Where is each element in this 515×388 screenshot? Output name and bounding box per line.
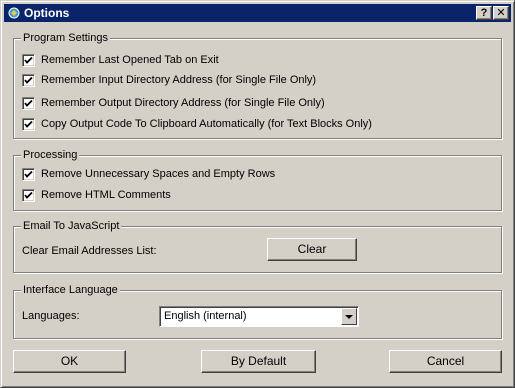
- checkmark-icon: [24, 120, 33, 128]
- language-select[interactable]: English (internal): [159, 306, 359, 327]
- chevron-down-icon: [345, 315, 353, 319]
- languages-label: Languages:: [22, 310, 80, 322]
- program-settings-title: Program Settings: [21, 31, 110, 45]
- remember-last-tab-checkbox[interactable]: [22, 54, 35, 67]
- clear-button[interactable]: Clear: [267, 238, 357, 261]
- remember-output-dir-checkbox[interactable]: [22, 97, 35, 110]
- remove-comments-checkbox[interactable]: [22, 189, 35, 202]
- email-to-js-group: Email To JavaScript Clear Email Addresse…: [13, 219, 502, 273]
- close-icon: ✕: [496, 7, 506, 19]
- processing-group: Processing Remove Unnecessary Spaces and…: [13, 148, 502, 211]
- checkmark-icon: [24, 191, 33, 199]
- copy-output-checkbox[interactable]: [22, 118, 35, 131]
- remove-comments-label: Remove HTML Comments: [41, 189, 171, 201]
- remove-spaces-checkbox[interactable]: [22, 168, 35, 181]
- remember-last-tab-label: Remember Last Opened Tab on Exit: [41, 54, 219, 66]
- app-icon: [7, 6, 21, 20]
- remove-spaces-label: Remove Unnecessary Spaces and Empty Rows: [41, 168, 276, 180]
- checkmark-icon: [24, 56, 33, 64]
- language-select-value: English (internal): [164, 310, 247, 322]
- interface-language-group: Interface Language Languages: English (i…: [13, 283, 502, 339]
- dropdown-button[interactable]: [341, 308, 357, 325]
- remember-output-dir-label: Remember Output Directory Address (for S…: [41, 97, 325, 109]
- program-settings-group: Program Settings Remember Last Opened Ta…: [13, 31, 502, 139]
- remember-input-dir-label: Remember Input Directory Address (for Si…: [41, 74, 317, 86]
- interface-language-title: Interface Language: [21, 283, 120, 297]
- help-icon: ?: [480, 7, 488, 19]
- checkmark-icon: [24, 76, 33, 84]
- ok-button[interactable]: OK: [13, 350, 126, 373]
- cancel-button[interactable]: Cancel: [389, 350, 502, 373]
- remember-input-dir-checkbox[interactable]: [22, 74, 35, 87]
- email-to-js-title: Email To JavaScript: [21, 219, 122, 233]
- options-dialog: Options ? ✕ Program Settings Remember La…: [0, 0, 515, 388]
- clear-email-list-label: Clear Email Addresses List:: [22, 245, 157, 257]
- checkmark-icon: [24, 170, 33, 178]
- title-bar[interactable]: Options ? ✕: [4, 4, 511, 22]
- checkmark-icon: [24, 99, 33, 107]
- help-button[interactable]: ?: [476, 6, 492, 20]
- by-default-button[interactable]: By Default: [201, 350, 316, 373]
- copy-output-label: Copy Output Code To Clipboard Automatica…: [41, 118, 372, 130]
- window-title: Options: [24, 6, 70, 20]
- close-button[interactable]: ✕: [493, 6, 509, 20]
- processing-title: Processing: [21, 148, 80, 162]
